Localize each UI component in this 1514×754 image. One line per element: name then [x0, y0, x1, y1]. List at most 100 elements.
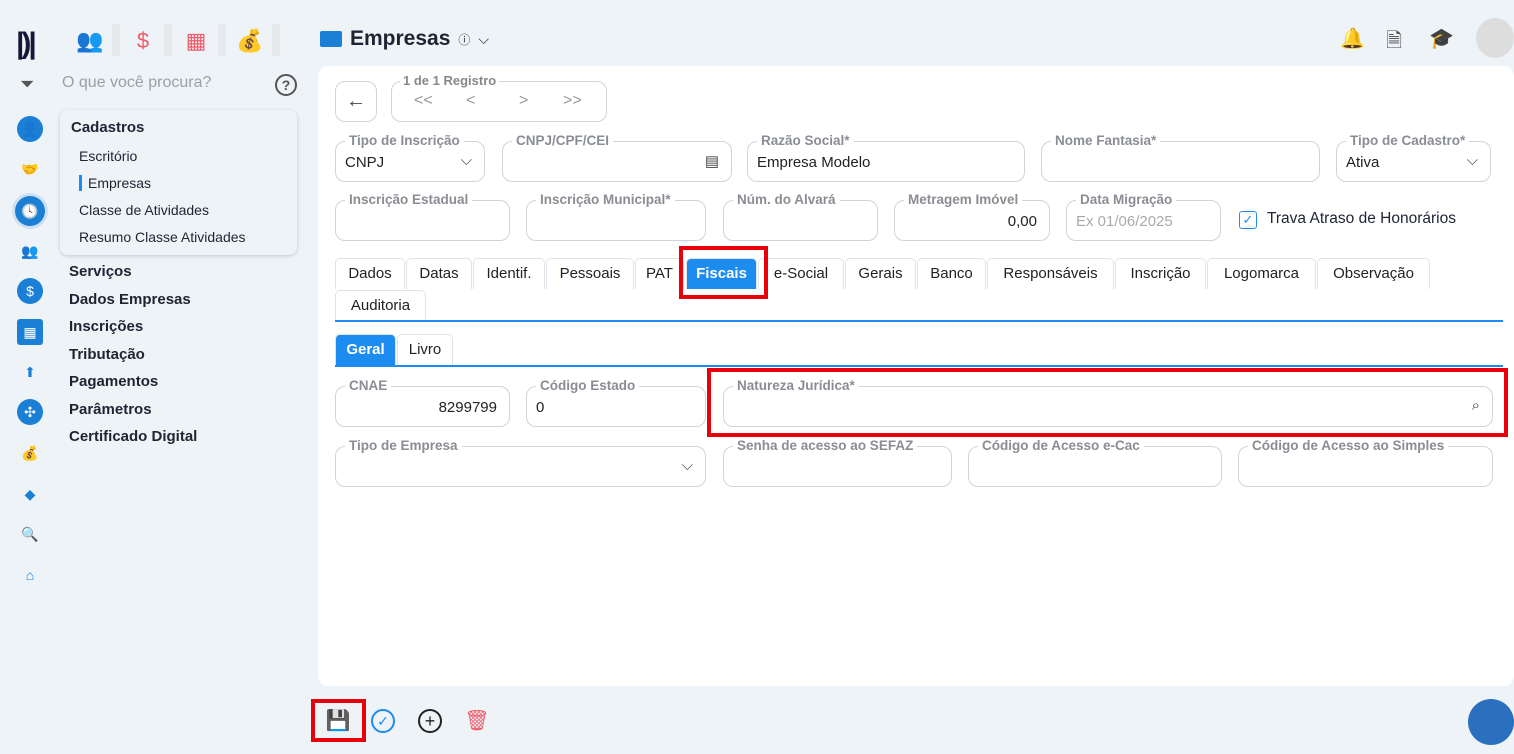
field-label: Inscrição Municipal* [536, 192, 675, 207]
add-button[interactable]: + [418, 709, 442, 733]
confirm-button[interactable]: ✓ [371, 709, 395, 733]
info-icon[interactable]: ⓘ [458, 31, 470, 48]
users-icon[interactable]: 👥 [17, 238, 43, 264]
field-label: Razão Social* [757, 133, 854, 148]
home-icon[interactable]: ⌂ [17, 562, 43, 588]
graduation-cap-icon[interactable]: 🎓 [1429, 26, 1454, 51]
tipo-empresa-field[interactable]: Tipo de Empresa ⌵ [335, 438, 706, 487]
tab-dados[interactable]: Dados [335, 258, 405, 289]
user-settings-icon[interactable]: 👤 [17, 116, 43, 142]
network-icon[interactable]: ✣ [17, 399, 43, 425]
menu-pagamentos[interactable]: Pagamentos [69, 373, 158, 390]
chevron-down-icon[interactable]: ⌵ [461, 152, 472, 169]
dollar-icon[interactable]: $ [17, 278, 43, 304]
prev-record-button[interactable]: < [466, 92, 475, 110]
subtab-geral[interactable]: Geral [335, 334, 396, 365]
menu-parametros[interactable]: Parâmetros [69, 401, 152, 418]
assistant-avatar[interactable] [1468, 699, 1514, 745]
simples-field[interactable]: Código de Acesso ao Simples [1238, 438, 1493, 487]
tab-gerais[interactable]: Gerais [845, 258, 916, 289]
field-value: Ex 01/06/2025 [1076, 213, 1173, 230]
field-label: Tipo de Inscrição [345, 133, 464, 148]
first-record-button[interactable]: << [414, 92, 433, 110]
tipo-cadastro-field[interactable]: Tipo de Cadastro* Ativa ⌵ [1336, 133, 1491, 182]
divider [272, 24, 280, 56]
cnpj-field[interactable]: CNPJ/CPF/CEI ▤ [502, 133, 732, 182]
next-record-button[interactable]: > [519, 92, 528, 110]
field-label: Metragem Imóvel [904, 192, 1023, 207]
tab-banco[interactable]: Banco [917, 258, 986, 289]
field-label: CNPJ/CPF/CEI [512, 133, 614, 148]
submenu-item-resumo-classe[interactable]: Resumo Classe Atividades [79, 229, 246, 245]
help-icon[interactable]: ? [275, 74, 297, 96]
menu-search-input[interactable]: O que você procura? [62, 74, 211, 92]
submenu-item-empresas[interactable]: Empresas [79, 175, 151, 191]
field-label: Nome Fantasia* [1051, 133, 1161, 148]
tab-esocial[interactable]: e-Social [758, 258, 844, 289]
tab-logomarca[interactable]: Logomarca [1207, 258, 1316, 289]
tab-observao[interactable]: Observação [1317, 258, 1430, 289]
calculator-icon[interactable]: ▦ [17, 319, 43, 345]
monitor-icon [320, 31, 342, 47]
tab-pessoais[interactable]: Pessoais [546, 258, 634, 289]
codigo-estado-field[interactable]: Código Estado 0 [526, 378, 706, 427]
field-value: 8299799 [438, 399, 497, 416]
nome-fantasia-field[interactable]: Nome Fantasia* [1041, 133, 1320, 182]
ecac-field[interactable]: Código de Acesso e-Cac [968, 438, 1222, 487]
menu-dados-empresas[interactable]: Dados Empresas [69, 291, 191, 308]
id-card-icon[interactable]: ▤ [705, 152, 719, 170]
subtab-livro[interactable]: Livro [397, 334, 453, 365]
data-migracao-field[interactable]: Data Migração Ex 01/06/2025 [1066, 192, 1221, 241]
user-avatar[interactable] [1476, 18, 1514, 58]
arrow-up-icon[interactable]: ⬆ [17, 359, 43, 385]
alvara-field[interactable]: Núm. do Alvará [723, 192, 878, 241]
menu-tributacao[interactable]: Tributação [69, 346, 145, 363]
tab-responsveis[interactable]: Responsáveis [987, 258, 1114, 289]
menu-certificado[interactable]: Certificado Digital [69, 428, 197, 445]
search-icon[interactable]: 🔍 [17, 521, 43, 547]
chevron-down-icon[interactable]: ⌵ [478, 31, 489, 48]
highlight-natureza [707, 368, 1508, 437]
menu-inscricoes[interactable]: Inscrições [69, 318, 143, 335]
filter-icon[interactable]: ⏷ [20, 74, 34, 95]
cnae-field[interactable]: CNAE 8299799 [335, 378, 510, 427]
record-count: 1 de 1 Registro [400, 73, 500, 88]
tab-auditoria[interactable]: Auditoria [335, 290, 426, 321]
tab-pat[interactable]: PAT [635, 258, 684, 289]
insc-municipal-field[interactable]: Inscrição Municipal* [526, 192, 706, 241]
submenu-item-escritorio[interactable]: Escritório [79, 148, 137, 164]
razao-social-field[interactable]: Razão Social* Empresa Modelo [747, 133, 1025, 182]
document-search-icon[interactable]: 🗎 [1386, 26, 1402, 60]
chevron-down-icon[interactable]: ⌵ [682, 457, 693, 474]
senha-sefaz-field[interactable]: Senha de acesso ao SEFAZ [723, 438, 952, 487]
money-bag-icon[interactable]: 💰 [17, 440, 43, 466]
last-record-button[interactable]: >> [563, 92, 582, 110]
record-navigator: 1 de 1 Registro << < > >> [391, 73, 607, 122]
tab-inscrio[interactable]: Inscrição [1115, 258, 1206, 289]
finance-module-icon[interactable]: $ [125, 26, 161, 56]
highlight-fiscais [679, 246, 768, 299]
page-title[interactable]: Empresas ⓘ ⌵ [320, 27, 489, 51]
delete-button[interactable]: 🗑 [464, 708, 490, 734]
tab-identif[interactable]: Identif. [473, 258, 545, 289]
menu-servicos[interactable]: Serviços [69, 263, 132, 280]
tab-datas[interactable]: Datas [406, 258, 472, 289]
layers-icon[interactable]: ◆ [17, 481, 43, 507]
field-label: Núm. do Alvará [733, 192, 840, 207]
bell-icon[interactable]: 🔔 [1340, 26, 1365, 51]
metragem-field[interactable]: Metragem Imóvel 0,00 [894, 192, 1050, 241]
insc-estadual-field[interactable]: Inscrição Estadual [335, 192, 510, 241]
field-value: Empresa Modelo [757, 154, 871, 171]
submenu-item-classe-atividades[interactable]: Classe de Atividades [79, 202, 209, 218]
handshake-icon[interactable]: 🤝 [17, 156, 43, 182]
clock-icon[interactable]: 🕓 [15, 196, 45, 226]
back-button[interactable]: ← [335, 81, 377, 122]
trava-atraso-checkbox[interactable]: ✓ [1239, 211, 1257, 229]
money-bag-icon[interactable]: 💰 [232, 26, 268, 56]
divider [112, 24, 120, 56]
clients-module-icon[interactable]: 👥 [72, 26, 108, 56]
tipo-inscricao-field[interactable]: Tipo de Inscrição CNPJ ⌵ [335, 133, 485, 182]
save-button[interactable]: 💾 [325, 708, 351, 734]
chevron-down-icon[interactable]: ⌵ [1467, 152, 1478, 169]
calculator-module-icon[interactable]: ▦ [178, 26, 214, 56]
